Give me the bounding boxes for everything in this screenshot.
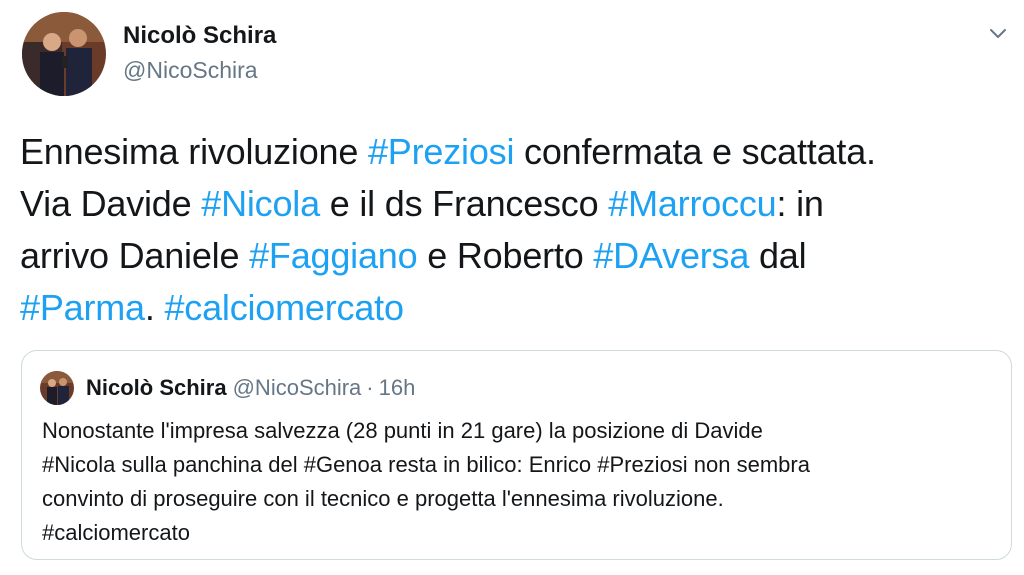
tweet-text-segment: dal [749, 235, 807, 276]
tweet-text: Ennesima rivoluzione #Preziosi confermat… [20, 126, 1010, 334]
author-name[interactable]: Nicolò Schira [123, 22, 276, 50]
author-handle[interactable]: @NicoSchira [123, 57, 258, 84]
tweet-text-line: #Parma. #calciomercato [20, 282, 1010, 334]
hashtag-link[interactable]: #Faggiano [249, 235, 418, 276]
quoted-text-line: #calciomercato [42, 520, 190, 545]
quoted-timestamp: 16h [378, 375, 416, 400]
chevron-down-icon[interactable] [985, 25, 1011, 43]
hashtag-link[interactable]: #Parma [20, 287, 145, 328]
tweet-text-segment: arrivo Daniele [20, 235, 250, 276]
tweet-text-segment: confermata e scattata. [514, 131, 876, 172]
quoted-author-name: Nicolò Schira [86, 375, 227, 400]
hashtag-link[interactable]: #Nicola [201, 183, 320, 224]
tweet-text-line: Ennesima rivoluzione #Preziosi confermat… [20, 126, 1010, 178]
quoted-text-line: #Nicola sulla panchina del #Genoa resta … [42, 452, 810, 477]
avatar[interactable] [22, 12, 106, 96]
hashtag-link[interactable]: #calciomercato [164, 287, 404, 328]
tweet-text-segment: : in [776, 183, 824, 224]
tweet-text-segment: . [144, 287, 165, 328]
tweet-text-line: arrivo Daniele #Faggiano e Roberto #DAve… [20, 230, 1010, 282]
quoted-text-line: convinto di proseguire con il tecnico e … [42, 486, 724, 511]
tweet-text-segment: Via Davide [20, 183, 202, 224]
tweet-text-line: Via Davide #Nicola e il ds Francesco #Ma… [20, 178, 1010, 230]
quoted-avatar [40, 371, 74, 405]
hashtag-link[interactable]: #DAversa [593, 235, 749, 276]
quoted-header: Nicolò Schira @NicoSchira · 16h [86, 375, 415, 401]
tweet-card: Nicolò Schira @NicoSchira Ennesima rivol… [0, 0, 1024, 575]
separator-dot: · [366, 375, 374, 400]
quoted-author-handle: @NicoSchira [232, 375, 362, 400]
quoted-tweet[interactable]: Nicolò Schira @NicoSchira · 16h Nonostante … [21, 350, 1012, 560]
tweet-text-segment: e Roberto [417, 235, 594, 276]
quoted-tweet-text: Nonostante l'impresa salvezza (28 punti … [42, 414, 1002, 550]
hashtag-link[interactable]: #Marroccu [608, 183, 776, 224]
tweet-text-segment: e il ds Francesco [319, 183, 609, 224]
tweet-text-segment: Ennesima rivoluzione [20, 131, 368, 172]
hashtag-link[interactable]: #Preziosi [368, 131, 514, 172]
quoted-text-line: Nonostante l'impresa salvezza (28 punti … [42, 418, 763, 443]
